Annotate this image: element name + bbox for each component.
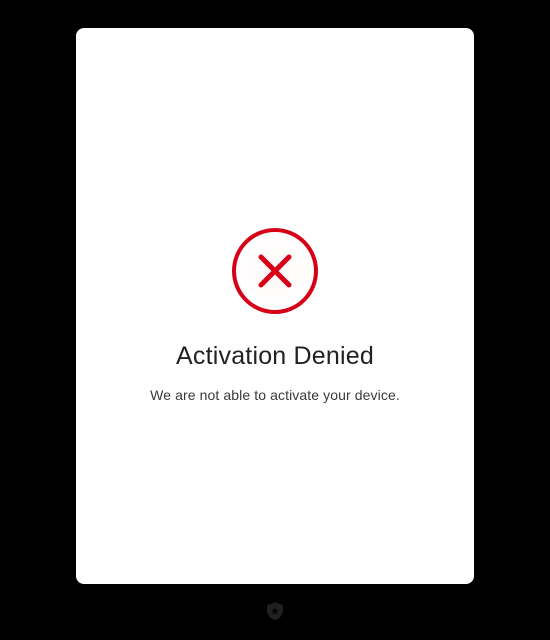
activation-dialog: Activation Denied We are not able to act… (76, 28, 474, 584)
error-x-circle-icon (231, 227, 319, 315)
dialog-message: We are not able to activate your device. (150, 387, 400, 403)
dialog-title: Activation Denied (176, 342, 374, 371)
error-icon-container (230, 226, 320, 316)
footer-badge (264, 600, 286, 622)
shield-star-icon (265, 601, 285, 621)
